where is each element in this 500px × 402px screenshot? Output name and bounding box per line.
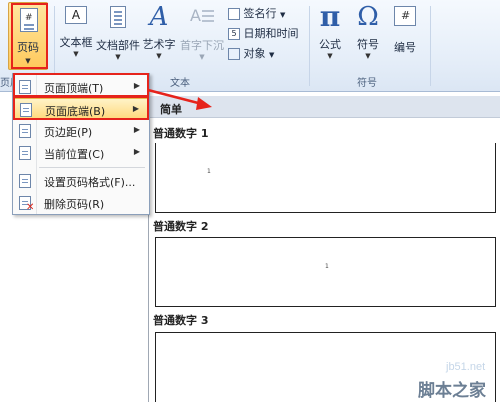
text-box-icon: A [65, 6, 87, 24]
submenu-arrow-icon: ▶ [133, 147, 140, 156]
signature-icon [228, 8, 240, 20]
group-label-symbols: 符号 [357, 78, 377, 89]
object-button[interactable]: 对象 ▼ [228, 45, 274, 61]
gallery-item-title: 普通数字 3 [153, 314, 209, 327]
watermark-name: 脚本之家 [418, 381, 486, 401]
symbol-label: 符号 [357, 38, 379, 51]
number-label: 编号 [394, 41, 416, 54]
text-box-label: 文本框 [59, 36, 93, 49]
highlight-box-page-number [11, 3, 48, 69]
chevron-down-icon: ▼ [73, 50, 79, 58]
menu-item-current-position[interactable]: 当前位置(C) ▶ [14, 142, 148, 164]
page-margins-icon [19, 124, 31, 138]
equation-label: 公式 [319, 38, 341, 51]
gallery-item-title: 普通数字 2 [153, 220, 209, 233]
gallery-item-plain-number-2[interactable]: 1 [155, 237, 496, 307]
separator [309, 6, 310, 86]
date-time-button[interactable]: 5 日期和时间 [228, 25, 299, 41]
menu-item-label: 页边距(P) [44, 126, 93, 139]
equation-button[interactable]: π 公式 ▼ [312, 0, 348, 61]
drop-cap-button[interactable]: A 首字下沉 ▼ [178, 6, 226, 61]
menu-item-format-page-numbers[interactable]: 设置页码格式(F)... [14, 170, 148, 192]
object-icon [228, 48, 240, 60]
menu-item-label: 当前位置(C) [44, 148, 105, 161]
menu-item-label: 设置页码格式(F)... [44, 176, 136, 189]
red-arrow-icon [147, 88, 212, 110]
wordart-button[interactable]: A 艺术字 ▼ [140, 4, 178, 60]
format-page-numbers-icon [19, 174, 31, 188]
page-bottom-gallery: 简单 普通数字 1 1 普通数字 2 1 普通数字 3 [148, 96, 500, 402]
quick-parts-icon [110, 6, 126, 28]
signature-line-button[interactable]: 签名行 ▼ [228, 5, 285, 21]
wordart-icon: A [149, 2, 169, 32]
submenu-arrow-icon: ▶ [133, 125, 140, 134]
chevron-down-icon: ▼ [269, 51, 275, 59]
menu-separator [39, 167, 145, 168]
chevron-down-icon: ▼ [199, 53, 205, 61]
number-button[interactable]: # 编号 [388, 6, 422, 55]
pi-icon: π [319, 0, 341, 33]
separator [430, 6, 431, 86]
quick-parts-button[interactable]: 文档部件 ▼ [96, 6, 140, 61]
delete-x-icon: ✕ [26, 202, 35, 213]
highlight-box-menu-bottom [13, 96, 149, 120]
text-box-button[interactable]: A 文本框 ▼ [56, 6, 96, 58]
menu-item-remove-page-numbers[interactable]: ✕ 删除页码(R) [14, 192, 148, 214]
menu-item-label: 删除页码(R) [44, 198, 105, 211]
signature-line-label: 签名行 [243, 7, 277, 20]
object-label: 对象 [243, 47, 266, 60]
chevron-down-icon: ▼ [280, 11, 286, 19]
calendar-icon: 5 [228, 28, 240, 40]
page-number-preview: 1 [325, 263, 329, 270]
chevron-down-icon: ▼ [115, 53, 121, 61]
symbol-button[interactable]: Ω 符号 ▼ [350, 2, 386, 60]
watermark-site: jb51.net [446, 361, 486, 373]
wordart-label: 艺术字 [142, 38, 176, 51]
drop-cap-label: 首字下沉 [180, 39, 224, 52]
quick-parts-label: 文档部件 [96, 39, 140, 52]
menu-item-page-margins[interactable]: 页边距(P) ▶ [14, 120, 148, 142]
current-position-icon [19, 146, 31, 160]
number-icon: # [394, 6, 416, 26]
highlight-box-menu-top [13, 73, 149, 97]
omega-icon: Ω [357, 2, 379, 32]
drop-cap-icon: A [190, 6, 214, 28]
chevron-down-icon: ▼ [365, 52, 371, 60]
gallery-item-title: 普通数字 1 [153, 127, 209, 140]
chevron-down-icon: ▼ [156, 52, 162, 60]
date-time-label: 日期和时间 [243, 27, 299, 40]
page-number-preview: 1 [207, 168, 211, 175]
chevron-down-icon: ▼ [327, 52, 333, 60]
gallery-item-plain-number-1[interactable]: 1 [155, 143, 496, 213]
